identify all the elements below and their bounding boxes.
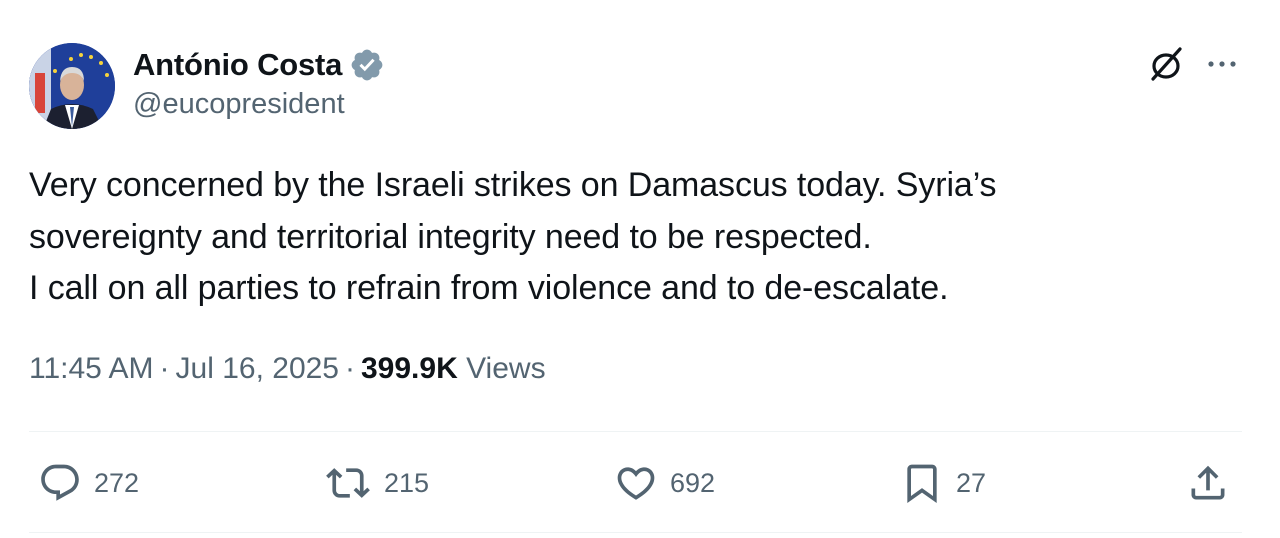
views-label: Views bbox=[466, 352, 546, 385]
avatar-image bbox=[29, 43, 115, 129]
heart-icon bbox=[614, 461, 658, 505]
retweet-button[interactable]: 215 bbox=[324, 460, 429, 506]
bookmark-count: 27 bbox=[956, 467, 987, 498]
tweet-text: Very concerned by the Israeli strikes on… bbox=[29, 160, 1244, 315]
like-count: 692 bbox=[670, 467, 716, 498]
bookmark-icon bbox=[900, 461, 944, 505]
verified-badge-icon[interactable] bbox=[349, 47, 385, 83]
grok-icon[interactable] bbox=[1146, 44, 1186, 84]
reply-icon bbox=[38, 461, 82, 505]
tweet-text-line: sovereignty and territorial integrity ne… bbox=[29, 217, 872, 256]
avatar[interactable] bbox=[29, 43, 115, 129]
meta-separator: · bbox=[345, 352, 355, 385]
views-count[interactable]: 399.9K bbox=[361, 352, 458, 385]
reply-count: 272 bbox=[94, 467, 140, 498]
like-button[interactable]: 692 bbox=[614, 460, 715, 506]
tweet-meta: 11:45 AM · Jul 16, 2025 · 399.9K Views bbox=[29, 352, 546, 386]
author-display-name[interactable]: António Costa bbox=[133, 47, 342, 83]
share-button[interactable] bbox=[1186, 460, 1230, 506]
divider bbox=[29, 532, 1242, 533]
author-name-row: António Costa bbox=[133, 44, 385, 86]
bookmark-button[interactable]: 27 bbox=[900, 460, 986, 506]
more-icon[interactable] bbox=[1204, 52, 1240, 76]
share-icon bbox=[1186, 461, 1230, 505]
divider bbox=[29, 431, 1242, 432]
author-handle[interactable]: @eucopresident bbox=[133, 88, 345, 121]
meta-separator: · bbox=[159, 352, 170, 385]
retweet-icon bbox=[324, 461, 372, 505]
reply-button[interactable]: 272 bbox=[38, 460, 139, 506]
tweet-text-line: Very concerned by the Israeli strikes on… bbox=[29, 166, 997, 204]
retweet-count: 215 bbox=[384, 467, 430, 498]
tweet-date[interactable]: Jul 16, 2025 bbox=[176, 352, 339, 385]
tweet-card: António Costa @eucopresident Very concer… bbox=[0, 0, 1280, 538]
tweet-text-line: I call on all parties to refrain from vi… bbox=[29, 269, 949, 307]
tweet-time[interactable]: 11:45 AM bbox=[29, 352, 154, 385]
